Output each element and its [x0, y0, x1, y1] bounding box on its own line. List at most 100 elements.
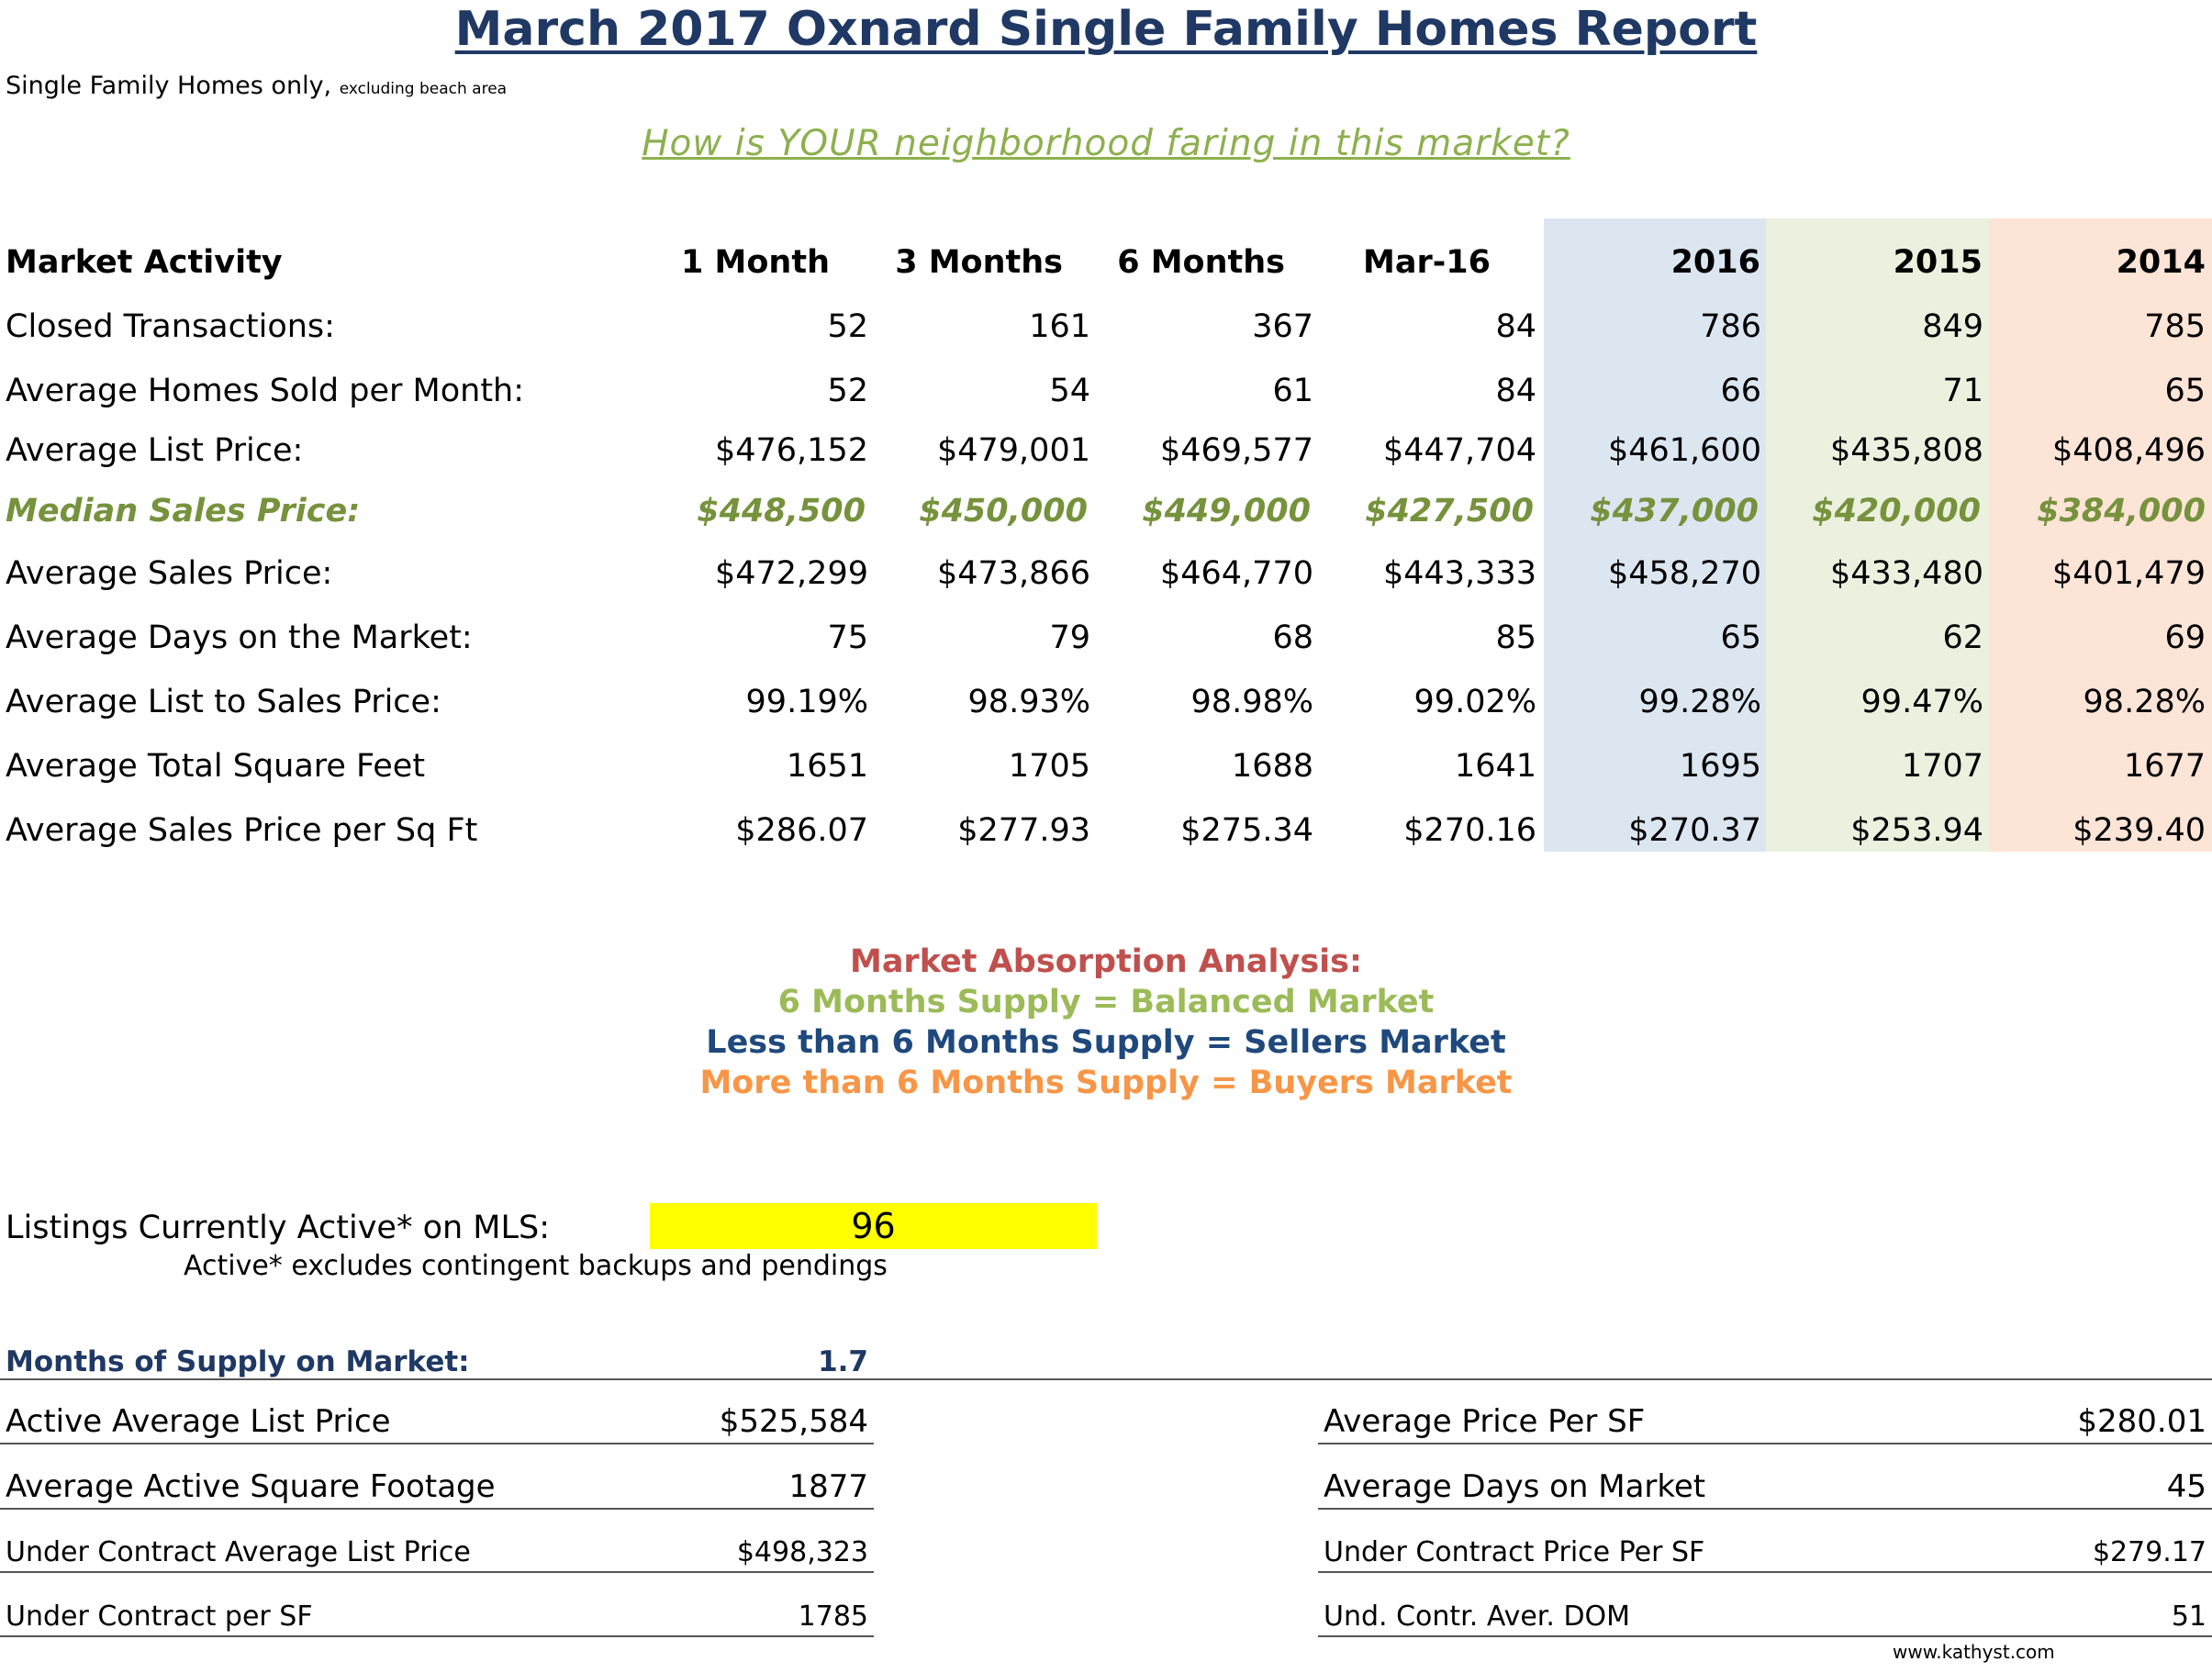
cell-2014: $384,000: [2037, 493, 2206, 530]
cell-3-months: 54: [1049, 373, 1090, 409]
table-row: Average Sales Price: $472,299 $473,866 $…: [0, 555, 2212, 610]
table-header-row: Market Activity 1 Month 3 Months 6 Month…: [0, 244, 2212, 299]
column-header-2014: 2014: [2116, 244, 2206, 281]
cell-6-months: 1688: [1231, 748, 1313, 785]
cell-mar-16: 85: [1495, 619, 1536, 656]
column-header-6-months: 6 Months: [1117, 244, 1285, 281]
cell-2015: $253.94: [1850, 812, 1983, 849]
row-label: Average Sales Price per Sq Ft: [6, 812, 478, 849]
row-label: Average List to Sales Price:: [6, 684, 441, 720]
table-row: Average Homes Sold per Month: 52 54 61 8…: [0, 373, 2212, 428]
divider: [1318, 1571, 2212, 1573]
stat-label: Under Contract Average List Price: [6, 1536, 471, 1568]
cell-2015: 849: [1922, 308, 1983, 345]
cell-6-months: $469,577: [1159, 432, 1313, 469]
cell-2015: 1707: [1901, 748, 1983, 785]
cell-1-month: 99.19%: [745, 684, 868, 720]
stat-label: Active Average List Price: [6, 1403, 391, 1440]
cell-6-months: 98.98%: [1190, 684, 1313, 720]
cell-6-months: 68: [1272, 619, 1313, 656]
absorption-buyers: More than 6 Months Supply = Buyers Marke…: [699, 1065, 1513, 1101]
row-label: Average List Price:: [6, 432, 304, 469]
divider: [0, 1508, 874, 1510]
cell-mar-16: $447,704: [1382, 432, 1536, 469]
cell-2014: $408,496: [2051, 432, 2206, 469]
cell-3-months: $473,866: [936, 555, 1090, 592]
column-header-2015: 2015: [1893, 244, 1983, 281]
cell-mar-16: 84: [1495, 308, 1536, 345]
stat-value: 45: [2166, 1468, 2206, 1505]
divider: [0, 1443, 874, 1444]
cell-6-months: 61: [1272, 373, 1313, 409]
column-header-2016: 2016: [1670, 244, 1760, 281]
cell-2014: 69: [2164, 619, 2206, 656]
absorption-sellers: Less than 6 Months Supply = Sellers Mark…: [706, 1024, 1506, 1061]
subtitle-small: excluding beach area: [339, 80, 508, 98]
stat-value: 1785: [798, 1601, 868, 1633]
cell-2015: 71: [1942, 373, 1983, 409]
stat-value: $498,323: [736, 1536, 868, 1568]
cell-3-months: $479,001: [936, 432, 1090, 469]
absorption-balanced: 6 Months Supply = Balanced Market: [777, 984, 1435, 1021]
cell-3-months: 161: [1029, 308, 1090, 345]
cell-2014: 785: [2144, 308, 2206, 345]
subtitle-main: Single Family Homes only,: [6, 72, 332, 100]
stat-value: 51: [2171, 1601, 2206, 1633]
cell-2016: $270.37: [1628, 812, 1761, 849]
cell-mar-16: 1641: [1454, 748, 1536, 785]
cell-6-months: 367: [1252, 308, 1313, 345]
cell-2014: $239.40: [2072, 812, 2206, 849]
column-header-3-months: 3 Months: [895, 244, 1063, 281]
divider: [1318, 1508, 2212, 1510]
cell-2014: 98.28%: [2083, 684, 2206, 720]
cell-1-month: $476,152: [714, 432, 868, 469]
active-listings-label: Listings Currently Active* on MLS:: [6, 1210, 551, 1246]
cell-3-months: $277.93: [957, 812, 1090, 849]
cell-mar-16: $270.16: [1403, 812, 1536, 849]
row-label: Average Homes Sold per Month:: [6, 373, 525, 409]
table-row: Average Total Square Feet 1651 1705 1688…: [0, 748, 2212, 803]
stat-label: Under Contract Price Per SF: [1324, 1536, 1705, 1568]
stat-label: Average Days on Market: [1324, 1468, 1706, 1505]
cell-1-month: 75: [827, 619, 868, 656]
cell-2016: 66: [1720, 373, 1761, 409]
divider: [0, 1635, 874, 1637]
cell-2015: 99.47%: [1860, 684, 1983, 720]
cell-1-month: $448,500: [697, 493, 866, 530]
cell-2016: $461,600: [1607, 432, 1761, 469]
cell-1-month: $472,299: [714, 555, 868, 592]
cell-1-month: 52: [827, 308, 868, 345]
divider: [1318, 1635, 2212, 1637]
cell-mar-16: 84: [1495, 373, 1536, 409]
cell-2016: $458,270: [1607, 555, 1761, 592]
table-row: Average List Price: $476,152 $479,001 $4…: [0, 432, 2212, 487]
cell-3-months: 79: [1049, 619, 1090, 656]
footer-url: www.kathyst.com: [1893, 1641, 2055, 1663]
cell-2014: 1677: [2123, 748, 2206, 785]
stat-label: Und. Contr. Aver. DOM: [1324, 1601, 1631, 1633]
cell-2014: $401,479: [2051, 555, 2206, 592]
cell-2015: $435,808: [1829, 432, 1983, 469]
absorption-title: Market Absorption Analysis:: [849, 943, 1362, 980]
row-label: Average Sales Price:: [6, 555, 333, 592]
cell-2016: 65: [1720, 619, 1761, 656]
divider: [1318, 1443, 2212, 1444]
column-header-mar-16: Mar-16: [1363, 244, 1491, 281]
table-row-median: Median Sales Price: $448,500 $450,000 $4…: [0, 493, 2212, 548]
cell-2015: 62: [1942, 619, 1983, 656]
cell-6-months: $449,000: [1142, 493, 1311, 530]
cell-2015: $433,480: [1829, 555, 1983, 592]
months-of-supply-value: 1.7: [818, 1345, 868, 1378]
table-row: Closed Transactions: 52 161 367 84 786 8…: [0, 308, 2212, 363]
stat-value: $525,584: [719, 1403, 868, 1440]
cell-6-months: $275.34: [1180, 812, 1313, 849]
cell-6-months: $464,770: [1159, 555, 1313, 592]
row-label: Closed Transactions:: [6, 308, 335, 345]
cell-2014: 65: [2164, 373, 2206, 409]
cell-1-month: $286.07: [735, 812, 868, 849]
stat-value: $280.01: [2077, 1403, 2206, 1440]
cell-2015: $420,000: [1812, 493, 1981, 530]
cell-3-months: $450,000: [919, 493, 1088, 530]
table-row: Average Days on the Market: 75 79 68 85 …: [0, 619, 2212, 675]
stat-label: Average Price Per SF: [1324, 1403, 1646, 1440]
